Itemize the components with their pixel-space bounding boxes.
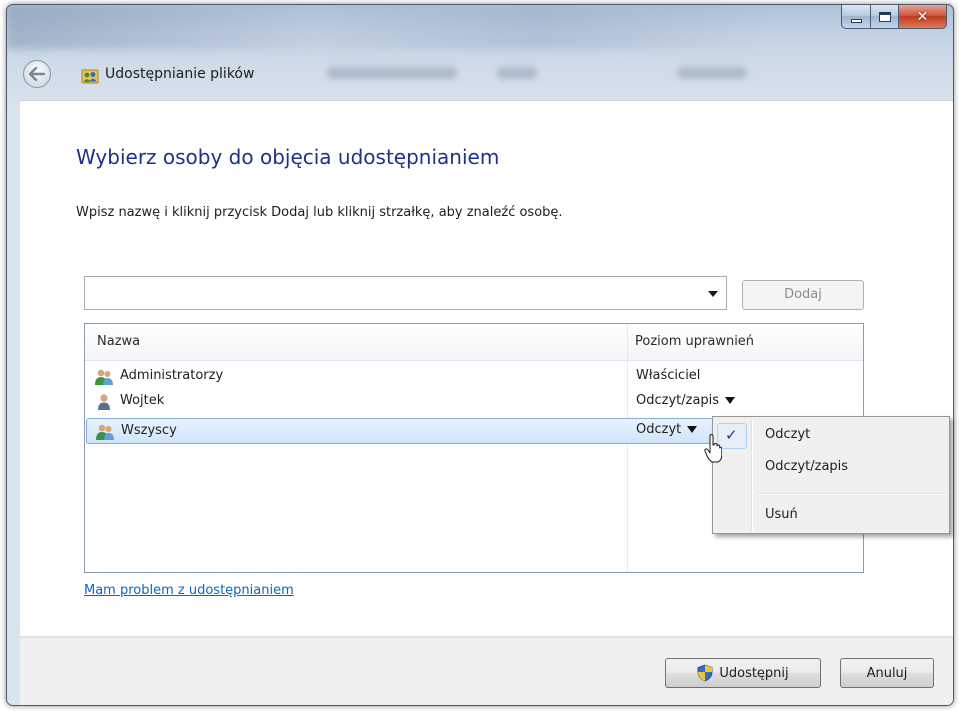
row-permission: Odczyt/zapis <box>636 393 720 408</box>
permission-dropdown[interactable]: Odczyt <box>636 422 698 437</box>
user-icon <box>98 394 110 410</box>
dropdown-arrow-icon[interactable] <box>708 291 718 297</box>
maximize-button[interactable] <box>871 5 899 29</box>
row-permission: Odczyt <box>636 422 682 437</box>
group-icon <box>96 424 114 440</box>
help-link[interactable]: Mam problem z udostępnianiem <box>84 583 294 598</box>
dropdown-arrow-icon <box>687 426 698 433</box>
list-header: Nazwa Poziom uprawnień <box>85 324 863 361</box>
cancel-button[interactable]: Anuluj <box>840 658 934 688</box>
background-blur <box>677 67 747 79</box>
close-icon: ✕ <box>916 8 929 25</box>
row-name: Administratorzy <box>120 368 224 383</box>
column-header-name[interactable]: Nazwa <box>97 334 140 349</box>
row-permission: Właściciel <box>636 368 701 383</box>
group-icon <box>95 369 113 385</box>
share-button[interactable]: Udostępnij <box>665 658 821 688</box>
name-combobox[interactable] <box>84 276 727 310</box>
caption-buttons: ✕ <box>841 5 947 29</box>
menu-separator <box>757 493 947 494</box>
window-title: Udostępnianie plików <box>105 66 255 82</box>
permission-dropdown[interactable]: Odczyt/zapis <box>636 393 736 408</box>
menu-item-label: Usuń <box>765 507 798 522</box>
share-button-label: Udostępnij <box>719 665 789 681</box>
column-divider <box>627 324 628 572</box>
content-panel: Wybierz osoby do objęcia udostępnianiem … <box>20 100 953 705</box>
dialog-footer: Udostępnij Anuluj <box>20 637 953 705</box>
menu-item-label: Odczyt/zapis <box>765 459 849 474</box>
menu-item-usun[interactable]: Usuń <box>715 501 947 531</box>
background-blur <box>497 67 537 79</box>
menu-item-odczyt-zapis[interactable]: Odczyt/zapis <box>715 453 947 483</box>
row-name: Wojtek <box>120 393 165 408</box>
menu-item-label: Odczyt <box>765 427 811 442</box>
uac-shield-icon <box>697 664 713 682</box>
background-blur <box>327 67 457 79</box>
instructions-text: Wpisz nazwę i kliknij przycisk Dodaj lub… <box>76 205 563 220</box>
list-row-wojtek[interactable]: Wojtek Odczyt/zapis <box>86 389 862 415</box>
page-heading: Wybierz osoby do objęcia udostępnianiem <box>76 145 500 169</box>
sharing-icon <box>81 69 99 84</box>
background-blur <box>7 5 767 49</box>
back-arrow-icon <box>29 67 45 81</box>
minimize-button[interactable] <box>841 5 871 29</box>
row-name: Wszyscy <box>121 423 177 438</box>
checkmark-icon: ✓ <box>725 426 738 444</box>
back-button[interactable] <box>23 60 51 88</box>
permission-menu: ✓ Odczyt Odczyt/zapis Usuń <box>712 416 950 534</box>
name-input[interactable] <box>87 279 697 307</box>
sharing-window: ✕ Udostępnianie plików Wybierz osoby do … <box>6 4 954 706</box>
add-button[interactable]: Dodaj <box>742 280 864 310</box>
menu-item-odczyt[interactable]: ✓ Odczyt <box>715 421 947 451</box>
list-row-administratorzy[interactable]: Administratorzy Właściciel <box>86 364 862 390</box>
column-header-permission[interactable]: Poziom uprawnień <box>635 334 754 349</box>
minimize-icon <box>850 18 862 23</box>
close-button[interactable]: ✕ <box>899 5 947 29</box>
hand-cursor-icon <box>704 434 722 463</box>
maximize-icon <box>878 11 891 22</box>
dropdown-arrow-icon <box>725 397 736 404</box>
